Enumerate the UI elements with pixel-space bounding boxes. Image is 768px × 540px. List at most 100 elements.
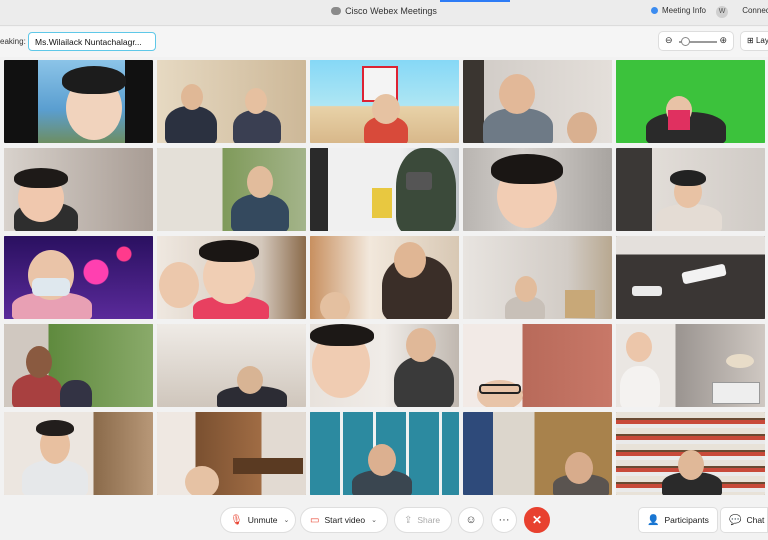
video-tile[interactable] [310,236,459,319]
participant-face [372,94,400,124]
participant-hair [36,420,74,436]
video-tile[interactable] [616,412,765,495]
yellow-object [372,188,392,218]
video-tile[interactable] [310,412,459,495]
video-off-icon: ▭ [310,514,320,526]
participant-hair [14,168,68,188]
video-tile[interactable] [463,236,612,319]
avatar[interactable]: W [716,6,728,18]
participant-face [394,242,426,278]
video-tile[interactable] [157,324,306,407]
video-grid [4,60,768,498]
video-tile[interactable] [463,148,612,231]
share-icon: ⇪ [404,514,413,526]
participant-face [247,166,273,198]
participant-body [231,194,289,231]
participants-icon: 👤 [647,514,660,526]
participant-face [245,88,267,114]
smiley-icon: ☺ [465,514,477,526]
participant-face [320,292,350,319]
unmute-button[interactable]: 🎙 Unmute ⌄ [220,507,296,533]
participant-face [515,276,537,302]
participants-button[interactable]: 👤 Participants [638,507,718,533]
start-video-button[interactable]: ▭ Start video ⌄ [300,507,388,533]
participant-body [22,460,88,495]
webex-logo-icon [331,7,342,15]
active-speaker-name[interactable]: Ms.Wilailack Nuntachalagr... [28,32,156,51]
participant-hair [670,170,706,186]
video-tile[interactable] [463,60,612,143]
chevron-down-icon[interactable]: ⌄ [283,516,289,524]
participant-face [678,450,704,480]
participant-body [656,204,722,231]
video-tile[interactable] [157,236,306,319]
chevron-down-icon[interactable]: ⌄ [371,516,377,524]
participant-hair [310,324,374,346]
video-tile[interactable] [4,324,153,407]
video-tile[interactable] [157,148,306,231]
connect-button[interactable]: Connect [742,6,768,15]
chat-icon: 💬 [729,514,742,526]
participant-face [626,332,652,362]
participant-face [499,74,535,114]
video-feed [157,412,306,495]
participant-body [60,380,92,407]
chat-button[interactable]: 💬 Chat [720,507,768,533]
active-indicator [440,0,510,2]
speaking-label: eaking: [0,37,26,46]
video-tile[interactable] [463,324,612,407]
participant-hair [62,66,126,94]
close-icon: ✕ [531,513,543,527]
participant-face [406,328,436,362]
zoom-slider-handle[interactable] [681,37,690,46]
participant-face [567,112,597,143]
video-tile[interactable] [310,324,459,407]
pink-object [668,110,690,130]
video-tile[interactable] [616,148,765,231]
glasses [479,384,521,394]
video-tile[interactable] [616,324,765,407]
video-tile[interactable] [4,236,153,319]
more-options-button[interactable]: ··· [491,507,517,533]
video-tile[interactable] [616,236,765,319]
participant-face [237,366,263,394]
video-tile[interactable] [463,412,612,495]
table-object [233,458,303,474]
participant-face [26,346,52,378]
reactions-button[interactable]: ☺ [458,507,484,533]
zoom-control[interactable]: ⊖ ⊕ [658,31,734,51]
video-tile[interactable] [4,60,153,143]
video-tile[interactable] [616,60,765,143]
participant-body [165,106,217,143]
participant-body [394,356,454,407]
layout-button[interactable]: ⊞ Layout [740,31,768,51]
video-tile[interactable] [157,412,306,495]
participant-face [185,466,219,495]
share-button[interactable]: ⇪ Share [394,507,452,533]
participant-hair [199,240,259,262]
participant-face [565,452,593,484]
info-icon [650,7,658,14]
keyboard-object [712,382,760,404]
zoom-in-icon[interactable]: ⊕ [719,35,727,46]
participant-body [12,374,62,407]
white-object [632,286,662,296]
video-tile[interactable] [4,412,153,495]
meeting-info-button[interactable]: Meeting Info [650,6,706,15]
participant-face [181,84,203,110]
video-tile[interactable] [310,60,459,143]
participant-face [159,262,199,308]
meeting-controls: 🎙 Unmute ⌄ ▭ Start video ⌄ ⇪ Share ☺ ···… [0,500,768,540]
more-icon: ··· [498,514,510,526]
shelf-object [565,290,595,318]
zoom-out-icon[interactable]: ⊖ [665,35,673,46]
video-tile[interactable] [4,148,153,231]
video-tile[interactable] [310,148,459,231]
title-bar: Cisco Webex Meetings Meeting Info W Conn… [0,0,768,26]
video-tile[interactable] [157,60,306,143]
leave-meeting-button[interactable]: ✕ [524,507,550,533]
participant-body [233,110,281,143]
grid-icon: ⊞ [747,36,756,45]
face-mask [32,278,70,296]
participant-hair [491,154,563,184]
